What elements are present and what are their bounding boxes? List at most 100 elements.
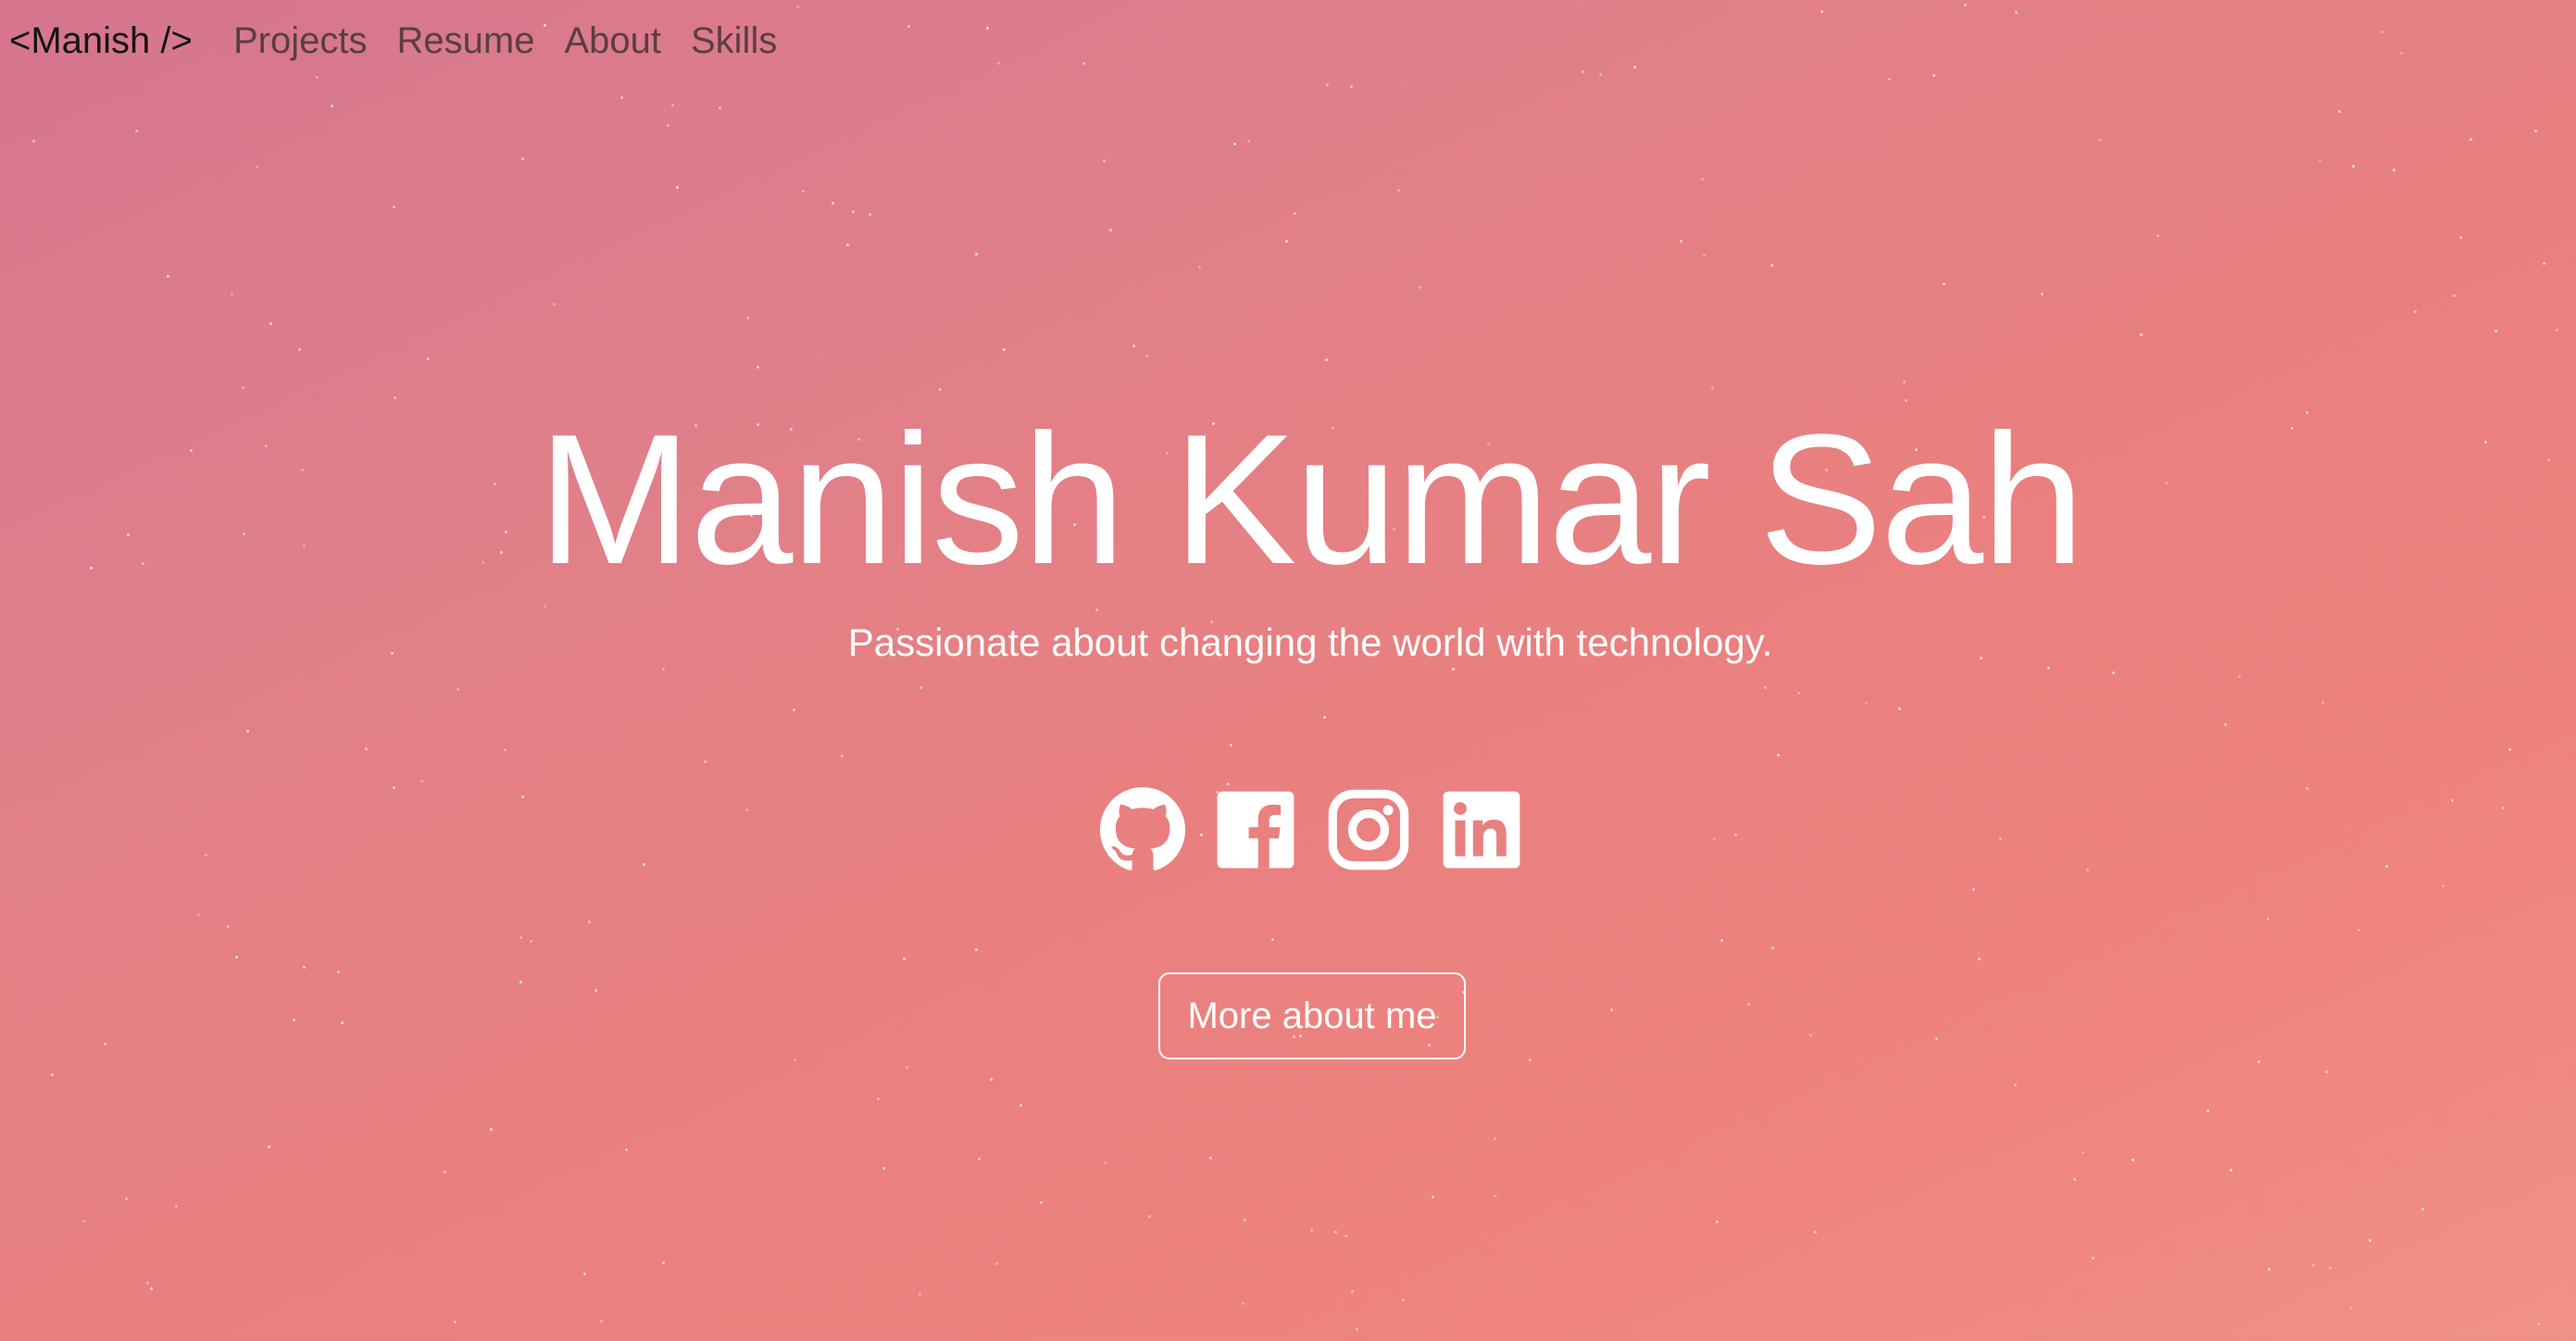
star-dot (832, 202, 834, 205)
github-icon (1100, 787, 1185, 872)
star-dot (135, 130, 138, 132)
nav-link-about[interactable]: About (564, 20, 661, 62)
star-dot (2393, 169, 2395, 171)
star-dot (1356, 1328, 1358, 1331)
star-dot (852, 210, 855, 213)
star-dot (919, 1293, 921, 1296)
star-dot (2459, 236, 2462, 239)
star-dot (242, 386, 244, 389)
star-dot (662, 668, 665, 670)
navbar: <Manish /> Projects Resume About Skills (0, 0, 2576, 89)
star-dot (2414, 310, 2417, 313)
star-dot (975, 253, 978, 256)
star-dot (903, 958, 906, 960)
star-dot (1770, 264, 1773, 267)
star-dot (1734, 833, 1737, 836)
star-dot (490, 1128, 493, 1131)
star-dot (719, 107, 721, 109)
star-dot (2508, 748, 2511, 751)
star-dot (146, 1282, 149, 1285)
star-dot (794, 1059, 796, 1061)
star-dot (2502, 807, 2505, 809)
linkedin-icon (1439, 787, 1524, 872)
star-dot (205, 854, 207, 857)
star-dot (2453, 295, 2456, 297)
star-dot (1310, 1229, 1313, 1232)
star-dot (1610, 1009, 1613, 1011)
star-dot (521, 157, 524, 160)
star-dot (1040, 1201, 1043, 1204)
star-dot (1935, 1037, 1938, 1040)
instagram-link[interactable] (1326, 787, 1411, 872)
star-dot (1713, 838, 1716, 841)
star-dot (256, 166, 258, 169)
star-dot (2543, 262, 2545, 265)
star-dot (2014, 1084, 2017, 1086)
star-dot (594, 989, 597, 992)
star-dot (1003, 348, 1006, 351)
star-dot (841, 755, 844, 758)
linkedin-link[interactable] (1439, 787, 1524, 872)
star-dot (2338, 110, 2341, 113)
star-dot (32, 140, 35, 143)
hero-subtitle: Passionate about changing the world with… (847, 620, 1773, 664)
star-dot (454, 1321, 456, 1323)
star-dot (2534, 130, 2537, 132)
star-dot (802, 190, 805, 193)
star-dot (990, 1078, 993, 1081)
star-dot (2230, 1169, 2232, 1172)
star-dot (975, 948, 978, 951)
star-dot (553, 303, 556, 306)
star-dot (1323, 716, 1326, 719)
star-dot (583, 1272, 586, 1275)
star-dot (341, 1021, 344, 1024)
nav-link-skills[interactable]: Skills (691, 20, 777, 62)
star-dot (846, 244, 849, 246)
star-dot (2556, 329, 2558, 332)
facebook-icon (1213, 787, 1298, 872)
star-dot (588, 921, 591, 923)
star-dot (231, 293, 233, 295)
star-dot (1242, 1302, 1244, 1305)
star-dot (1680, 240, 1682, 243)
star-dot (745, 808, 748, 811)
nav-link-projects[interactable]: Projects (233, 20, 368, 62)
star-dot (2257, 1060, 2260, 1063)
star-dot (519, 936, 522, 939)
star-dot (746, 317, 749, 320)
nav-link-resume[interactable]: Resume (397, 20, 535, 62)
star-dot (793, 708, 795, 711)
star-dot (671, 104, 674, 107)
star-dot (1432, 1196, 1434, 1198)
star-dot (268, 1146, 270, 1148)
star-dot (393, 786, 395, 789)
star-dot (1494, 1195, 1496, 1197)
star-dot (1095, 608, 1098, 611)
star-dot (1104, 1161, 1107, 1164)
facebook-link[interactable] (1213, 787, 1298, 872)
star-dot (1716, 1221, 1719, 1223)
star-dot (600, 1320, 603, 1322)
star-dot (2132, 1159, 2134, 1161)
hero-title: Manish Kumar Sah (537, 396, 2085, 603)
star-dot (521, 796, 524, 798)
star-dot (2140, 333, 2143, 336)
star-dot (331, 105, 333, 107)
star-dot (1777, 754, 1780, 757)
star-dot (2082, 1151, 2084, 1154)
starfield-background (0, 0, 2576, 1341)
star-dot (2495, 330, 2497, 332)
more-about-me-button[interactable]: More about me (1158, 972, 1466, 1059)
star-dot (1145, 355, 1148, 357)
star-dot (175, 1205, 178, 1208)
star-dot (704, 760, 707, 763)
star-dot (1898, 708, 1901, 710)
star-dot (882, 1167, 885, 1170)
star-dot (2352, 165, 2355, 168)
star-dot (1103, 159, 1106, 162)
star-dot (227, 925, 230, 928)
star-dot (2350, 1307, 2353, 1310)
github-link[interactable] (1100, 787, 1185, 872)
star-dot (337, 971, 340, 973)
brand-logo[interactable]: <Manish /> (9, 20, 193, 62)
